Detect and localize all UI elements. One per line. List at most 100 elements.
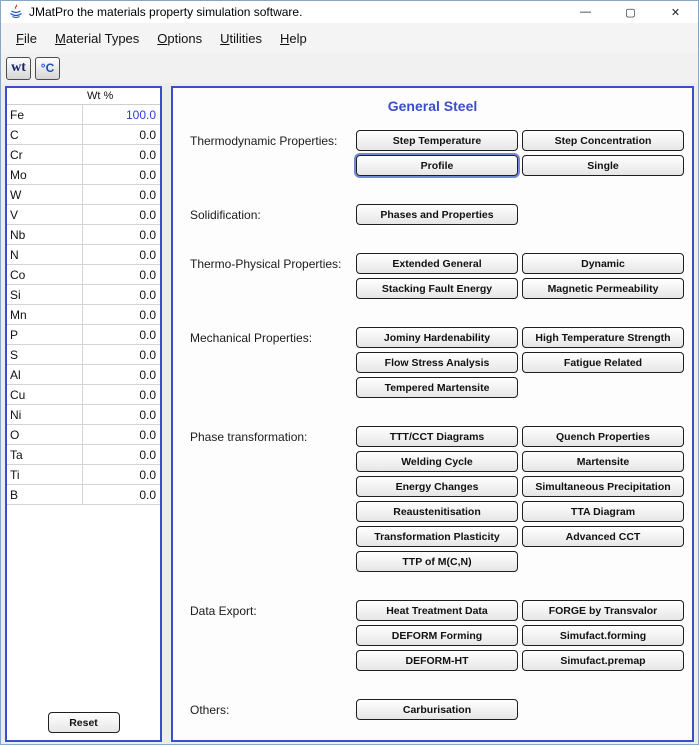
table-row: V 0.0 — [7, 205, 160, 225]
menu-item-options[interactable]: Options — [148, 26, 211, 51]
window-controls: — ▢ ✕ — [563, 1, 698, 23]
deform-ht-button[interactable]: DEFORM-HT — [356, 650, 518, 671]
element-value-cr[interactable]: 0.0 — [83, 145, 160, 164]
element-value-mo[interactable]: 0.0 — [83, 165, 160, 184]
element-label-p: P — [7, 325, 83, 344]
element-label-co: Co — [7, 265, 83, 284]
section-solidification: Solidification: Phases and Properties — [190, 204, 692, 225]
element-value-ta[interactable]: 0.0 — [83, 445, 160, 464]
element-value-fe[interactable]: 100.0 — [83, 105, 160, 124]
java-app-icon — [8, 4, 24, 20]
element-value-o[interactable]: 0.0 — [83, 425, 160, 444]
step-concentration-button[interactable]: Step Concentration — [522, 130, 684, 151]
maximize-button[interactable]: ▢ — [608, 1, 653, 23]
element-value-co[interactable]: 0.0 — [83, 265, 160, 284]
simufact-premap-button[interactable]: Simufact.premap — [522, 650, 684, 671]
martensite-button[interactable]: Martensite — [522, 451, 684, 472]
element-value-p[interactable]: 0.0 — [83, 325, 160, 344]
element-label-cr: Cr — [7, 145, 83, 164]
element-label-w: W — [7, 185, 83, 204]
table-row: Ta 0.0 — [7, 445, 160, 465]
element-value-v[interactable]: 0.0 — [83, 205, 160, 224]
energy-changes-button[interactable]: Energy Changes — [356, 476, 518, 497]
element-value-c[interactable]: 0.0 — [83, 125, 160, 144]
element-value-si[interactable]: 0.0 — [83, 285, 160, 304]
section-data-export: Data Export: Heat Treatment Data FORGE by … — [190, 600, 692, 671]
table-row: B 0.0 — [7, 485, 160, 505]
welding-cycle-button[interactable]: Welding Cycle — [356, 451, 518, 472]
element-label-cu: Cu — [7, 385, 83, 404]
heat-treatment-data-button[interactable]: Heat Treatment Data — [356, 600, 518, 621]
composition-table-header: Wt % — [7, 88, 160, 104]
forge-by-transvalor-button[interactable]: FORGE by Transvalor — [522, 600, 684, 621]
table-row: Mo 0.0 — [7, 165, 160, 185]
table-row: W 0.0 — [7, 185, 160, 205]
table-row: Ni 0.0 — [7, 405, 160, 425]
table-row: S 0.0 — [7, 345, 160, 365]
jominy-hardenability-button[interactable]: Jominy Hardenability — [356, 327, 518, 348]
menu-item-material-types[interactable]: Material Types — [46, 26, 148, 51]
window-title: JMatPro the materials property simulatio… — [29, 5, 303, 19]
section-label: Solidification: — [190, 208, 261, 222]
celsius-toggle-button[interactable]: °C — [35, 56, 60, 80]
element-value-n[interactable]: 0.0 — [83, 245, 160, 264]
minimize-button[interactable]: — — [563, 1, 608, 23]
close-button[interactable]: ✕ — [653, 1, 698, 23]
dynamic-button[interactable]: Dynamic — [522, 253, 684, 274]
ttp-of-m-c-n-button[interactable]: TTP of M(C,N) — [356, 551, 518, 572]
tta-diagram-button[interactable]: TTA Diagram — [522, 501, 684, 522]
deform-forming-button[interactable]: DEFORM Forming — [356, 625, 518, 646]
phases-and-properties-button[interactable]: Phases and Properties — [356, 204, 518, 225]
menu-item-utilities[interactable]: Utilities — [211, 26, 271, 51]
quench-properties-button[interactable]: Quench Properties — [522, 426, 684, 447]
menu-item-file[interactable]: File — [7, 26, 46, 51]
sections: Thermodynamic Properties: Step Temperatur… — [173, 130, 692, 720]
magnetic-permeability-button[interactable]: Magnetic Permeability — [522, 278, 684, 299]
table-row: Cr 0.0 — [7, 145, 160, 165]
high-temperature-strength-button[interactable]: High Temperature Strength — [522, 327, 684, 348]
reset-button[interactable]: Reset — [47, 712, 120, 733]
element-value-al[interactable]: 0.0 — [83, 365, 160, 384]
fatigue-related-button[interactable]: Fatigue Related — [522, 352, 684, 373]
section-label: Thermodynamic Properties: — [190, 134, 338, 148]
title-bar: JMatPro the materials property simulatio… — [1, 1, 698, 23]
transformation-plasticity-button[interactable]: Transformation Plasticity — [356, 526, 518, 547]
element-label-n: N — [7, 245, 83, 264]
tempered-martensite-button[interactable]: Tempered Martensite — [356, 377, 518, 398]
element-label-mn: Mn — [7, 305, 83, 324]
menu-item-help[interactable]: Help — [271, 26, 316, 51]
weight-percent-toggle-button[interactable]: wt — [6, 56, 31, 80]
carburisation-button[interactable]: Carburisation — [356, 699, 518, 720]
extended-general-button[interactable]: Extended General — [356, 253, 518, 274]
section-buttons: Carburisation — [356, 699, 684, 720]
element-value-nb[interactable]: 0.0 — [83, 225, 160, 244]
element-label-fe: Fe — [7, 105, 83, 124]
section-buttons: Jominy Hardenability High Temperature Str… — [356, 327, 684, 398]
composition-filler — [7, 505, 160, 712]
simufact-forming-button[interactable]: Simufact.forming — [522, 625, 684, 646]
element-value-ti[interactable]: 0.0 — [83, 465, 160, 484]
section-buttons: Heat Treatment Data FORGE by Transvalor DE… — [356, 600, 684, 671]
profile-button[interactable]: Profile — [356, 155, 518, 176]
section-buttons: Extended General Dynamic Stacking Fault En… — [356, 253, 684, 299]
element-value-ni[interactable]: 0.0 — [83, 405, 160, 424]
single-button[interactable]: Single — [522, 155, 684, 176]
section-thermodynamic-properties: Thermodynamic Properties: Step Temperatur… — [190, 130, 692, 176]
stacking-fault-energy-button[interactable]: Stacking Fault Energy — [356, 278, 518, 299]
element-value-w[interactable]: 0.0 — [83, 185, 160, 204]
table-row: Co 0.0 — [7, 265, 160, 285]
ttt-cct-diagrams-button[interactable]: TTT/CCT Diagrams — [356, 426, 518, 447]
flow-stress-analysis-button[interactable]: Flow Stress Analysis — [356, 352, 518, 373]
reaustenitisation-button[interactable]: Reaustenitisation — [356, 501, 518, 522]
element-value-s[interactable]: 0.0 — [83, 345, 160, 364]
simultaneous-precipitation-button[interactable]: Simultaneous Precipitation — [522, 476, 684, 497]
element-label-b: B — [7, 485, 83, 504]
table-row: Mn 0.0 — [7, 305, 160, 325]
element-value-cu[interactable]: 0.0 — [83, 385, 160, 404]
element-value-b[interactable]: 0.0 — [83, 485, 160, 504]
element-value-mn[interactable]: 0.0 — [83, 305, 160, 324]
advanced-cct-button[interactable]: Advanced CCT — [522, 526, 684, 547]
section-others: Others: Carburisation — [190, 699, 692, 720]
step-temperature-button[interactable]: Step Temperature — [356, 130, 518, 151]
wt-percent-column-header: Wt % — [87, 90, 114, 102]
